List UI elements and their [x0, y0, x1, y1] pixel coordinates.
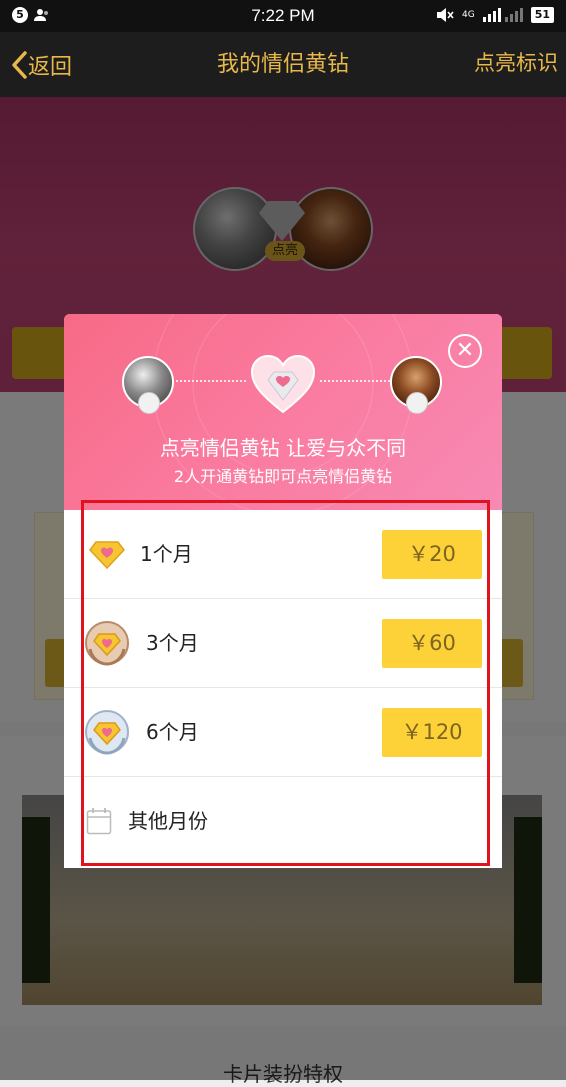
light-up-badge-button[interactable]: 点亮标识 [474, 32, 558, 94]
mute-icon [436, 8, 454, 22]
dialog-subtitle: 2人开通黄钻即可点亮情侣黄钻 [173, 467, 393, 486]
heart-diamond-icon [250, 354, 316, 414]
avatar [122, 356, 174, 414]
nav-bar: 返回 我的情侣黄钻 点亮标识 [0, 32, 566, 97]
partner-avatar [390, 356, 442, 414]
diamond-badge-icon [406, 392, 428, 414]
back-label: 返回 [28, 54, 73, 80]
chevron-left-icon [12, 50, 27, 79]
status-right: 4G 51 [436, 7, 554, 23]
back-button[interactable]: 返回 [10, 32, 72, 97]
status-bar: 5 7:22 PM 4G 51 [0, 0, 566, 32]
connector-line-right [320, 380, 390, 382]
battery-indicator: 51 [530, 7, 554, 23]
close-icon: ✕ [455, 338, 475, 363]
selection-highlight-box [81, 500, 490, 866]
signal-icon [482, 8, 523, 22]
dialog-title: 点亮情侣黄钻 让爱与众不同 [159, 436, 407, 460]
network-type: 4G [461, 10, 475, 20]
diamond-badge-icon [138, 392, 160, 414]
close-button[interactable]: ✕ [448, 334, 482, 368]
dialog-header: ✕ 点亮情侣黄钻 让爱与众不同 2人开通黄钻即可点亮情侣黄钻 [64, 314, 502, 510]
connector-line-left [176, 380, 246, 382]
